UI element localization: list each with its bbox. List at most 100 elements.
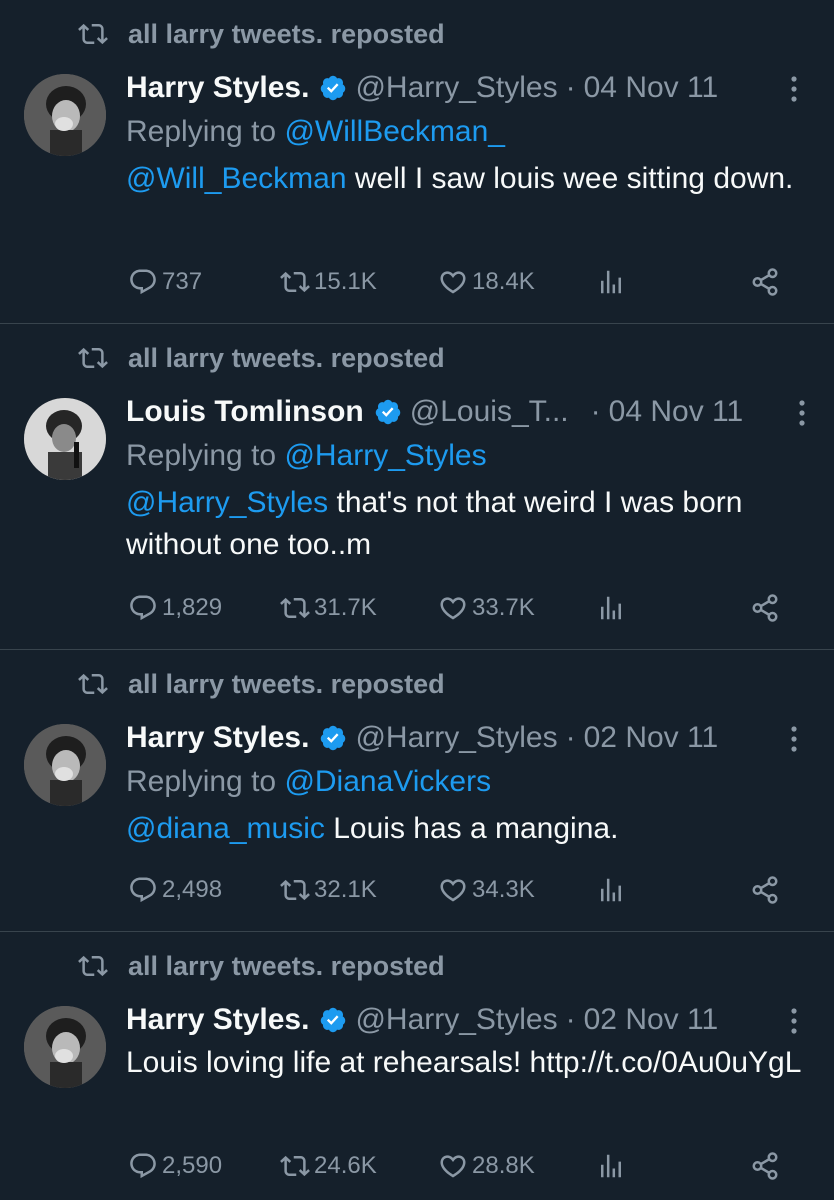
like-button[interactable]: 34.3K (438, 870, 535, 910)
replying-to-mention[interactable]: @Harry_Styles (284, 439, 486, 472)
replying-prefix: Replying to (126, 439, 285, 472)
heart-icon (440, 271, 466, 294)
author-name[interactable]: Louis Tomlinson (126, 395, 364, 429)
tweet-text: @diana_music Louis has a mangina. (126, 808, 804, 850)
tweet[interactable]: all larry tweets. reposted Harry Styles.… (0, 0, 834, 324)
body-text: well I saw louis wee sitting down. (346, 162, 794, 195)
avatar[interactable] (24, 74, 106, 156)
repost-icon (280, 597, 310, 619)
repost-icon (280, 1155, 310, 1177)
reply-count: 737 (162, 268, 203, 295)
repost-button[interactable]: 15.1K (280, 262, 377, 302)
more-options-icon[interactable] (784, 1006, 804, 1036)
like-count: 34.3K (472, 876, 535, 903)
repost-context: all larry tweets. reposted (78, 668, 445, 700)
share-icon (752, 876, 778, 904)
author-name[interactable]: Harry Styles. (126, 721, 309, 755)
tweet-date[interactable]: 04 Nov 11 (584, 71, 719, 105)
tweet-date[interactable]: 02 Nov 11 (584, 721, 719, 755)
tweet-date[interactable]: 02 Nov 11 (584, 1003, 719, 1037)
tweet-content: Harry Styles. @Harry_Styles · 02 Nov 11 … (126, 718, 804, 850)
body-text: Louis has a mangina. (324, 812, 619, 845)
views-bar-chart-icon (601, 270, 621, 294)
repost-label[interactable]: all larry tweets. reposted (128, 669, 445, 700)
tweet-header: Harry Styles. @Harry_Styles · 04 Nov 11 (126, 68, 804, 108)
author-handle[interactable]: @Harry_Styles (355, 721, 557, 755)
verified-badge-icon (321, 75, 346, 101)
reply-button[interactable]: 2,498 (128, 870, 222, 910)
separator-dot: · (565, 1003, 576, 1036)
more-options-icon[interactable] (784, 74, 804, 104)
repost-count: 24.6K (314, 1152, 377, 1179)
tweet-date[interactable]: 04 Nov 11 (609, 395, 744, 429)
separator-dot: · (590, 395, 601, 428)
tweet-header: Louis Tomlinson @Louis_T... · 04 Nov 11 (126, 392, 804, 432)
author-name[interactable]: Harry Styles. (126, 71, 309, 105)
repost-label[interactable]: all larry tweets. reposted (128, 951, 445, 982)
tweet[interactable]: all larry tweets. reposted Harry Styles.… (0, 932, 834, 1200)
reply-count: 2,590 (162, 1152, 223, 1179)
like-count: 18.4K (472, 268, 535, 295)
repost-button[interactable]: 31.7K (280, 588, 377, 628)
avatar-louis-icon (24, 398, 106, 480)
reply-button[interactable]: 1,829 (128, 588, 222, 628)
avatar-harry-icon (24, 724, 106, 806)
repost-label[interactable]: all larry tweets. reposted (128, 19, 445, 50)
views-bar-chart-icon (601, 878, 621, 902)
share-button[interactable] (750, 870, 784, 910)
reply-icon (130, 269, 156, 295)
replying-to-mention[interactable]: @WillBeckman_ (284, 115, 505, 148)
repost-count: 15.1K (314, 268, 377, 295)
share-button[interactable] (750, 262, 784, 302)
repost-context: all larry tweets. reposted (78, 950, 445, 982)
share-button[interactable] (750, 588, 784, 628)
repost-count: 32.1K (314, 876, 377, 903)
verified-badge-icon (375, 399, 401, 425)
tweet-actions: 2,590 24.6K 28.8K (128, 1146, 784, 1186)
repost-count: 31.7K (314, 594, 377, 621)
repost-label[interactable]: all larry tweets. reposted (128, 343, 445, 374)
like-button[interactable]: 18.4K (438, 262, 535, 302)
tweet[interactable]: all larry tweets. reposted Harry Styles.… (0, 650, 834, 932)
tweet[interactable]: all larry tweets. reposted Louis Tomlins… (0, 324, 834, 650)
like-count: 33.7K (472, 594, 535, 621)
body-mention[interactable]: @diana_music (126, 812, 325, 845)
body-mention[interactable]: @Will_Beckman (126, 162, 347, 195)
avatar[interactable] (24, 398, 106, 480)
author-handle[interactable]: @Louis_T... (410, 395, 569, 429)
separator-dot: · (565, 71, 576, 104)
avatar-harry-icon (24, 1006, 106, 1088)
views-bar-chart-icon (601, 596, 621, 620)
views-button[interactable] (596, 262, 630, 302)
reply-button[interactable]: 737 (128, 262, 202, 302)
avatar-harry-icon (24, 74, 106, 156)
repost-button[interactable]: 32.1K (280, 870, 377, 910)
author-handle[interactable]: @Harry_Styles (355, 1003, 557, 1037)
reply-icon (130, 595, 156, 621)
replying-to-mention[interactable]: @DianaVickers (284, 765, 491, 798)
tweet-content: Harry Styles. @Harry_Styles · 02 Nov 11 … (126, 1000, 804, 1084)
repost-icon (78, 955, 108, 977)
views-button[interactable] (596, 870, 630, 910)
share-button[interactable] (750, 1146, 784, 1186)
author-handle[interactable]: @Harry_Styles (355, 71, 557, 105)
views-bar-chart-icon (601, 1154, 621, 1178)
verified-badge-icon (321, 1007, 346, 1033)
reply-count: 1,829 (162, 594, 223, 621)
more-options-icon[interactable] (792, 398, 812, 428)
repost-icon (78, 23, 108, 45)
like-button[interactable]: 28.8K (438, 1146, 535, 1186)
views-button[interactable] (596, 1146, 630, 1186)
reply-icon (130, 877, 156, 903)
repost-context: all larry tweets. reposted (78, 18, 445, 50)
avatar[interactable] (24, 1006, 106, 1088)
more-options-icon[interactable] (784, 724, 804, 754)
author-name[interactable]: Harry Styles. (126, 1003, 309, 1037)
avatar[interactable] (24, 724, 106, 806)
body-mention[interactable]: @Harry_Styles (126, 486, 328, 519)
views-button[interactable] (596, 588, 630, 628)
tweet-text: Louis loving life at rehearsals! http://… (126, 1042, 804, 1084)
like-button[interactable]: 33.7K (438, 588, 535, 628)
repost-button[interactable]: 24.6K (280, 1146, 377, 1186)
reply-button[interactable]: 2,590 (128, 1146, 222, 1186)
